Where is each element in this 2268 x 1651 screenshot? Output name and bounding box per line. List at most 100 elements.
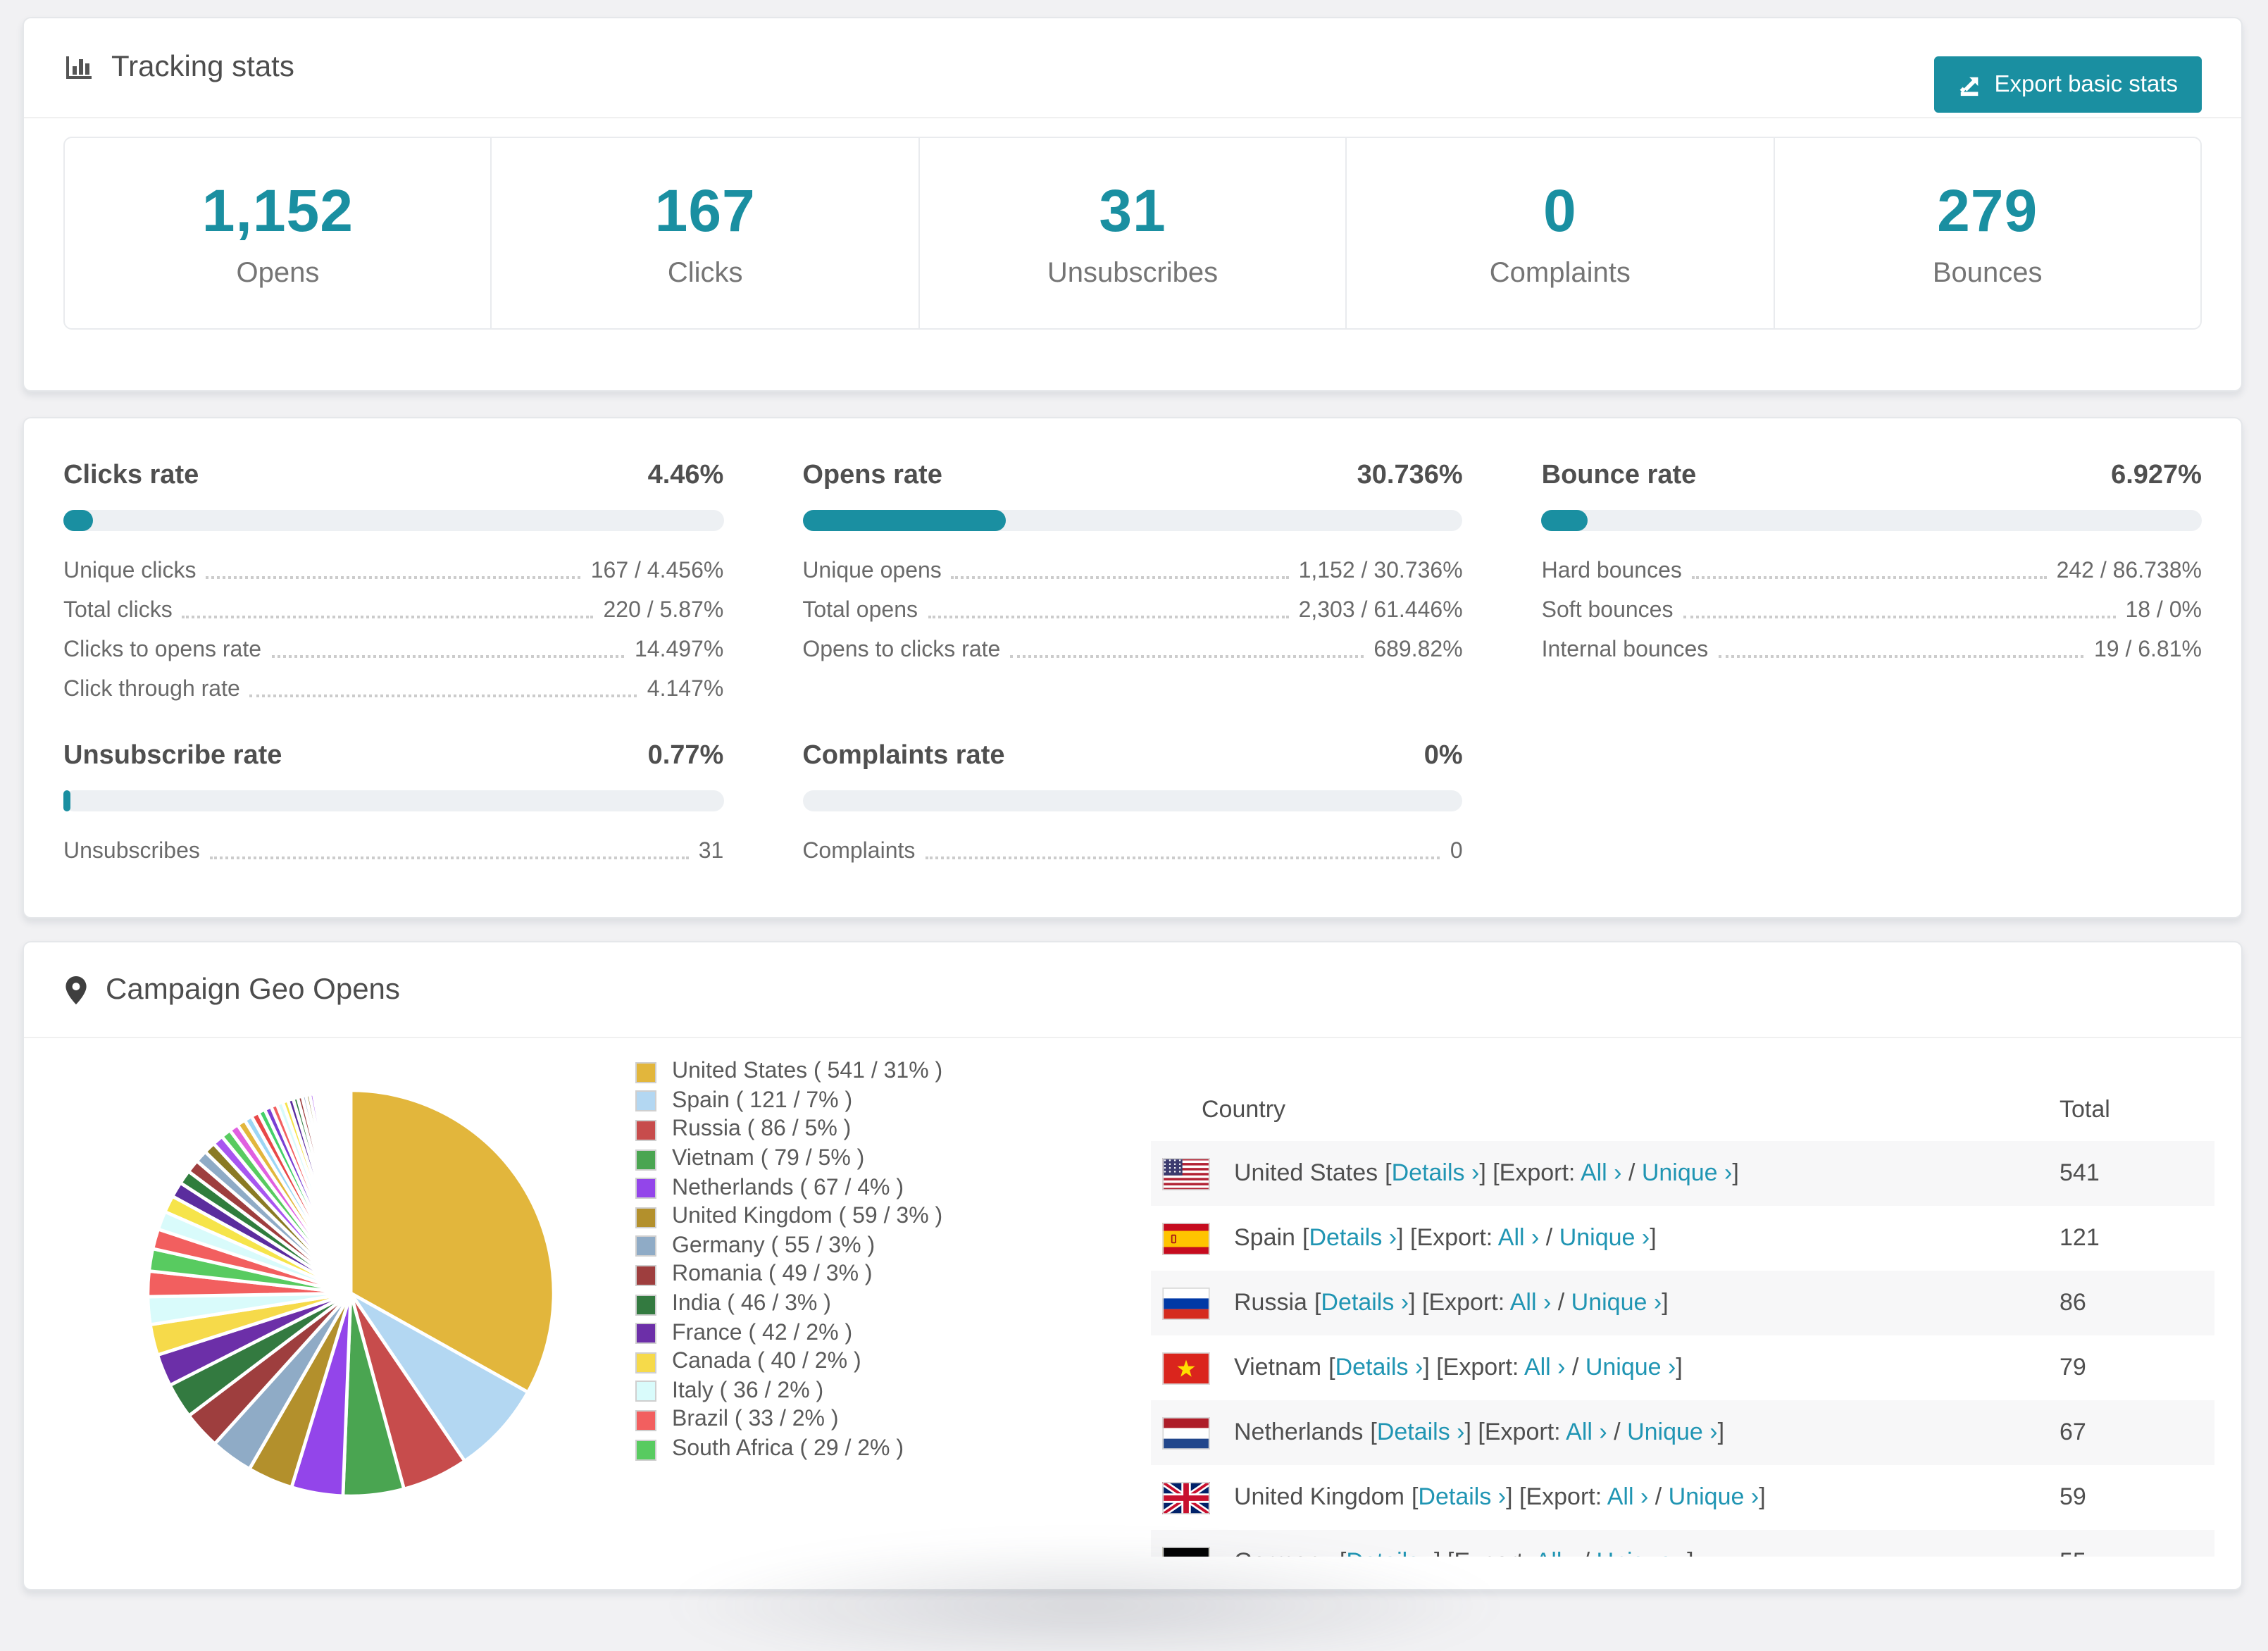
export-all-link[interactable]: All › [1498, 1224, 1540, 1251]
country-links: [Details ›] [Export: All › / Unique ›] [1340, 1548, 1694, 1557]
table-row-clipped: Germany [Details ›] [Export: All › / Uni… [1151, 1530, 2214, 1557]
rate-value: 30.736% [1357, 461, 1463, 490]
rate-row-value: 242 / 86.738% [2056, 559, 2202, 583]
export-unique-link[interactable]: Unique › [1559, 1224, 1650, 1251]
rate-row: Hard bounces 242 / 86.738% [1542, 547, 2202, 586]
export-unique-link[interactable]: Unique › [1669, 1483, 1759, 1510]
export-all-link[interactable]: All › [1581, 1159, 1622, 1186]
details-link[interactable]: Details › [1321, 1289, 1409, 1316]
tracking-stats-card: Tracking stats Export basic stats 1,152 … [23, 17, 2243, 392]
details-link[interactable]: Details › [1377, 1419, 1465, 1445]
rate-block: Complaints rate 0% Complaints 0 [802, 741, 1463, 866]
rate-title: Bounce rate [1541, 461, 1697, 490]
rate-row: Unique opens 1,152 / 30.736% [802, 547, 1462, 586]
legend-item: United Kingdom ( 59 / 3% ) [635, 1203, 942, 1232]
export-all-link[interactable]: All › [1524, 1354, 1566, 1381]
column-header-total: Total [2060, 1095, 2110, 1122]
country-links: [Details ›] [Export: All › / Unique ›] [1411, 1483, 1766, 1510]
rate-progress [802, 790, 1463, 811]
tracking-stats-header: Tracking stats [24, 18, 2241, 118]
export-unique-link[interactable]: Unique › [1585, 1354, 1676, 1381]
legend-swatch [635, 1439, 656, 1461]
legend-swatch [635, 1409, 656, 1431]
rate-progress-fill [63, 790, 71, 811]
stat-cell: 31 Unsubscribes [920, 138, 1347, 328]
table-row: Russia [Details ›] [Export: All › / Uniq… [1151, 1271, 2214, 1335]
legend-item: France ( 42 / 2% ) [635, 1319, 942, 1348]
rate-row: Soft bounces 18 / 0% [1542, 586, 2202, 625]
stat-cell: 279 Bounces [1774, 138, 2200, 328]
rate-row-label: Hard bounces [1541, 559, 1682, 583]
stat-label: Bounces [1932, 257, 2043, 288]
rate-row: Internal bounces 19 / 6.81% [1542, 625, 2202, 665]
legend-item: Germany ( 55 / 3% ) [635, 1232, 942, 1261]
geo-legend: United States ( 541 / 31% ) Spain ( 121 … [635, 1058, 942, 1464]
rate-row: Click through rate 4.147% [63, 665, 723, 704]
rate-row-leader [1010, 655, 1364, 658]
rate-row-value: 1,152 / 30.736% [1298, 559, 1463, 583]
export-all-link[interactable]: All › [1510, 1289, 1552, 1316]
tracking-stats-title: Tracking stats [111, 51, 294, 83]
legend-label: India ( 46 / 3% ) [672, 1292, 831, 1316]
rate-row: Complaints 0 [802, 827, 1462, 866]
details-link[interactable]: Details › [1392, 1159, 1480, 1186]
legend-label: United States ( 541 / 31% ) [672, 1059, 943, 1084]
total-value: 59 [2060, 1483, 2086, 1510]
stats-summary: 1,152 Opens 167 Clicks 31 Unsubscribes 0… [63, 137, 2202, 330]
campaign-geo-opens-card: Campaign Geo Opens United States ( 541 /… [23, 941, 2243, 1590]
rate-row-label: Unsubscribes [63, 840, 200, 864]
details-link[interactable]: Details › [1346, 1548, 1434, 1557]
stat-value: 1,152 [201, 177, 354, 243]
rate-progress [63, 790, 724, 811]
rate-row-label: Soft bounces [1541, 599, 1674, 623]
stat-cell: 1,152 Opens [65, 138, 492, 328]
rate-progress-fill [1541, 510, 1588, 531]
legend-label: Canada ( 40 / 2% ) [672, 1350, 861, 1374]
total-value: 86 [2060, 1289, 2086, 1316]
pie-slice[interactable] [348, 1088, 353, 1294]
export-unique-link[interactable]: Unique › [1571, 1289, 1662, 1316]
map-pin-icon [63, 974, 89, 1005]
rate-row-value: 167 / 4.456% [590, 559, 724, 583]
export-unique-link[interactable]: Unique › [1627, 1419, 1718, 1445]
rate-row-label: Total opens [802, 599, 918, 623]
legend-swatch [635, 1149, 656, 1171]
total-value: 55 [2060, 1548, 2086, 1557]
export-unique-link[interactable]: Unique › [1597, 1548, 1688, 1557]
rate-title: Unsubscribe rate [63, 741, 282, 771]
rate-block: Bounce rate 6.927% Hard bounces 242 / 86… [1541, 461, 2202, 704]
rate-row-value: 18 / 0% [2125, 599, 2202, 623]
details-link[interactable]: Details › [1309, 1224, 1397, 1251]
export-all-link[interactable]: All › [1607, 1483, 1649, 1510]
export-unique-link[interactable]: Unique › [1642, 1159, 1733, 1186]
legend-swatch [635, 1323, 656, 1345]
legend-swatch [635, 1178, 656, 1200]
rate-row-value: 4.147% [647, 678, 724, 702]
export-basic-stats-button[interactable]: Export basic stats [1933, 56, 2202, 113]
rate-row-label: Complaints [802, 840, 916, 864]
rate-block: Clicks rate 4.46% Unique clicks 167 / 4.… [63, 461, 724, 704]
rate-row: Opens to clicks rate 689.82% [802, 625, 1462, 665]
details-link[interactable]: Details › [1335, 1354, 1423, 1381]
flag-nl-icon [1162, 1416, 1210, 1449]
legend-label: Vietnam ( 79 / 5% ) [672, 1147, 865, 1171]
rates-row-top: Clicks rate 4.46% Unique clicks 167 / 4.… [63, 461, 2202, 704]
country-links: [Details ›] [Export: All › / Unique ›] [1302, 1224, 1657, 1251]
legend-item: Spain ( 121 / 7% ) [635, 1087, 942, 1116]
rates-row-bottom: Unsubscribe rate 0.77% Unsubscribes 31 C… [63, 741, 2202, 866]
legend-item: South Africa ( 29 / 2% ) [635, 1435, 942, 1464]
rate-row-leader [928, 616, 1289, 618]
country-name: Spain [1234, 1224, 1295, 1251]
rate-row-value: 220 / 5.87% [603, 599, 724, 623]
rate-progress-fill [63, 510, 93, 531]
rate-row-leader [925, 856, 1440, 859]
rate-row: Total opens 2,303 / 61.446% [802, 586, 1462, 625]
legend-label: Russia ( 86 / 5% ) [672, 1117, 852, 1142]
legend-label: Netherlands ( 67 / 4% ) [672, 1176, 904, 1200]
legend-label: Italy ( 36 / 2% ) [672, 1378, 824, 1403]
export-all-link[interactable]: All › [1566, 1419, 1607, 1445]
legend-item: Canada ( 40 / 2% ) [635, 1348, 942, 1377]
details-link[interactable]: Details › [1418, 1483, 1506, 1510]
export-all-link[interactable]: All › [1535, 1548, 1577, 1557]
stat-label: Clicks [667, 257, 743, 288]
